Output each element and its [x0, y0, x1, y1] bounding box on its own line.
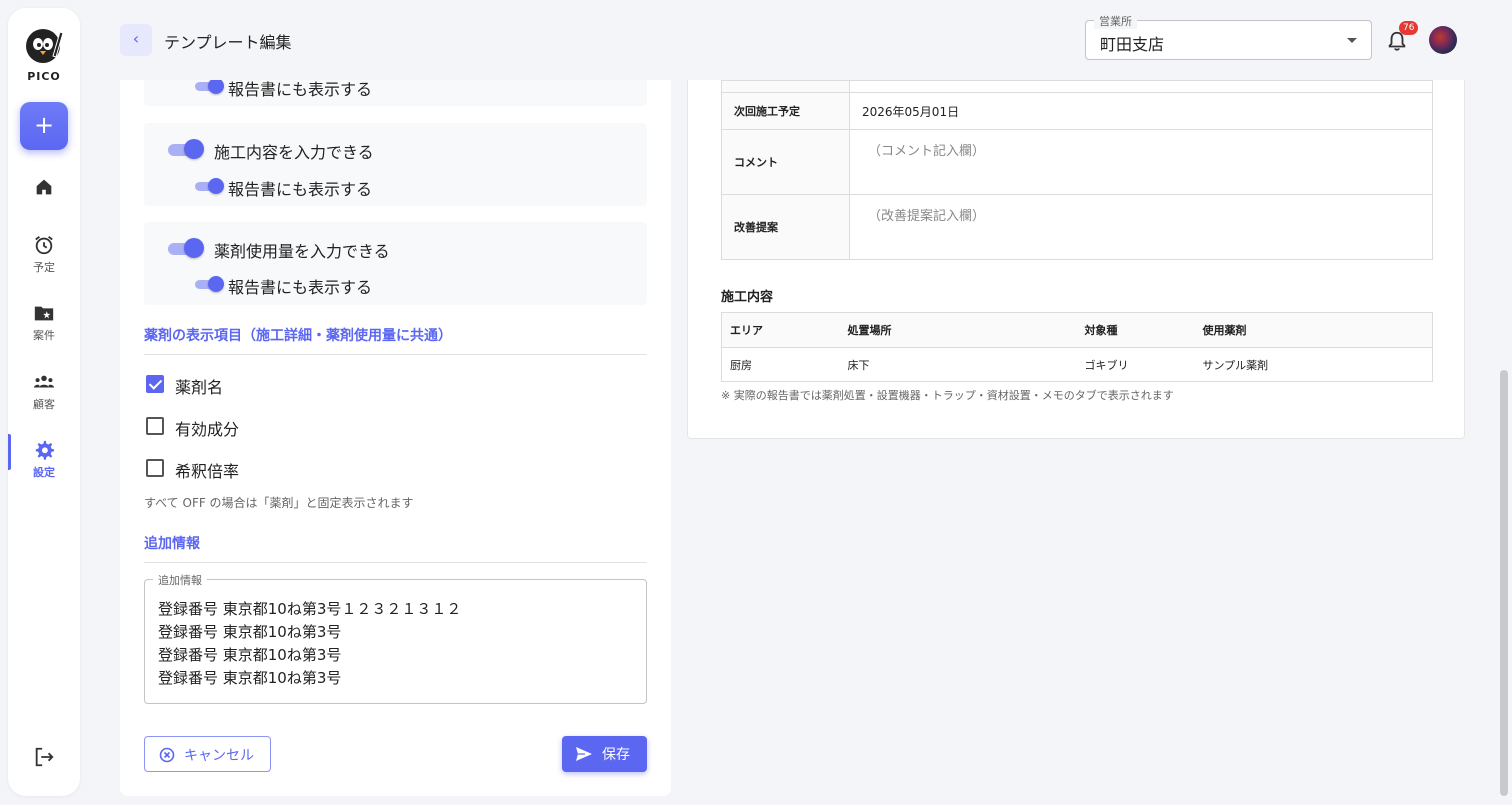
penguin-logo-icon [26, 29, 64, 63]
chevron-left-icon: ‹ [132, 29, 140, 48]
cancel-button[interactable]: キャンセル [144, 736, 271, 772]
report-display-toggle[interactable] [194, 276, 224, 292]
logo[interactable]: PICO [8, 24, 80, 83]
notification-badge: 76 [1399, 21, 1419, 35]
table-row: コメント （コメント記入欄） [721, 129, 1433, 195]
report-display-label: 報告書にも表示する [228, 180, 373, 199]
send-icon [576, 747, 592, 761]
sidebar-item-label: 設定 [33, 466, 55, 479]
back-button[interactable]: ‹ [120, 24, 152, 56]
table-cell-label: コメント [721, 129, 850, 195]
table-cell: サンプル薬剤 [1194, 347, 1433, 382]
table-cell-value: （コメント記入欄） [849, 129, 1433, 195]
page-title: テンプレート編集 [164, 33, 292, 52]
divider [144, 354, 647, 355]
avatar[interactable] [1429, 26, 1457, 54]
table-cell-label: 改善提案 [721, 194, 850, 260]
checkbox-label: 有効成分 [175, 420, 240, 439]
extra-info-label: 追加情報 [153, 572, 207, 588]
table-cell-label: 次回施工予定 [721, 92, 850, 130]
office-select[interactable]: 営業所 町田支店 [1085, 13, 1372, 60]
chemical-hint: すべて OFF の場合は「薬剤」と固定表示されます [144, 496, 414, 510]
office-select-value: 町田支店 [1100, 35, 1165, 54]
table-row: 厨房 床下 ゴキブリ サンプル薬剤 [721, 347, 1433, 382]
alarm-clock-icon [35, 236, 53, 255]
textarea-line: 登録番号 東京都10ね第3号 [158, 669, 342, 687]
sidebar-item-customers[interactable]: 顧客 [8, 371, 80, 412]
work-content-table: エリア 処置場所 対象種 使用薬剤 厨房 床下 ゴキブリ サンプル薬剤 [721, 312, 1433, 382]
sidebar-item-projects[interactable]: 案件 [8, 302, 80, 343]
table-row: 改善提案 （改善提案記入欄） [721, 194, 1433, 260]
work-content-heading: 施工内容 [721, 290, 774, 305]
table-cell-value [849, 80, 1433, 93]
checkbox-label: 薬剤名 [175, 378, 224, 397]
report-display-label: 報告書にも表示する [228, 278, 373, 297]
table-cell-value: 2026年05月01日 [849, 92, 1433, 130]
table-cell: 床下 [839, 347, 1077, 382]
preview-note: ※ 実際の報告書では薬剤処置・設置機器・トラップ・資材設置・メモのタブで表示され… [721, 389, 1174, 402]
table-header: 使用薬剤 [1194, 312, 1433, 348]
table-header-row: エリア 処置場所 対象種 使用薬剤 [721, 312, 1433, 348]
table-header: エリア [721, 312, 840, 348]
active-ingredient-checkbox[interactable] [146, 417, 164, 435]
work-content-toggle[interactable] [166, 139, 204, 159]
cancel-circle-icon [159, 747, 175, 763]
sidebar-item-schedule[interactable]: 予定 [8, 234, 80, 275]
office-select-label: 営業所 [1094, 13, 1137, 29]
table-header: 処置場所 [839, 312, 1077, 348]
people-group-icon [33, 375, 55, 388]
table-cell-label [721, 80, 850, 93]
scrollbar[interactable] [1500, 370, 1508, 796]
logo-text: PICO [27, 70, 61, 83]
home-icon [36, 179, 52, 195]
option-card: 施工内容を入力できる 報告書にも表示する [144, 123, 647, 206]
gear-icon [35, 440, 55, 460]
divider [144, 562, 647, 563]
template-form-panel: 報告書にも表示する 施工内容を入力できる 報告書にも表示する 薬剤使用量を入力で… [120, 80, 671, 796]
textarea-line: 登録番号 東京都10ね第3号 [158, 646, 342, 664]
option-card: 薬剤使用量を入力できる 報告書にも表示する [144, 222, 647, 305]
sidebar: PICO + 予定 案件 顧客 設定 [8, 8, 80, 796]
textarea-line: 登録番号 東京都10ね第3号 [158, 623, 342, 641]
sidebar-item-label: 案件 [33, 329, 55, 342]
sidebar-item-home[interactable] [8, 176, 80, 198]
sidebar-item-settings[interactable]: 設定 [8, 439, 80, 480]
table-header: 対象種 [1076, 312, 1195, 348]
work-content-label: 施工内容を入力できる [214, 143, 374, 162]
caret-down-icon [1347, 38, 1357, 43]
dilution-rate-checkbox[interactable] [146, 459, 164, 477]
chemical-usage-label: 薬剤使用量を入力できる [214, 242, 390, 261]
checkbox-label: 希釈倍率 [175, 462, 240, 481]
chemical-items-heading: 薬剤の表示項目（施工詳細・薬剤使用量に共通） [144, 328, 452, 344]
save-button[interactable]: 保存 [562, 736, 647, 772]
logout-icon[interactable] [33, 746, 55, 768]
table-cell: ゴキブリ [1076, 347, 1195, 382]
table-row: 次回施工予定 2026年05月01日 [721, 92, 1433, 130]
chemical-usage-toggle[interactable] [166, 238, 204, 258]
report-preview-panel: 次回施工予定 2026年05月01日 コメント （コメント記入欄） 改善提案 （… [687, 80, 1465, 439]
chemical-name-checkbox[interactable] [146, 375, 164, 393]
report-display-toggle[interactable] [194, 80, 224, 94]
folder-star-icon [34, 306, 54, 321]
sidebar-item-label: 顧客 [33, 398, 55, 411]
add-button[interactable]: + [20, 102, 68, 150]
sidebar-item-label: 予定 [33, 261, 55, 274]
textarea-line: 登録番号 東京都10ね第3号１２３２１３１２ [158, 600, 462, 618]
report-info-table: 次回施工予定 2026年05月01日 コメント （コメント記入欄） 改善提案 （… [721, 80, 1433, 260]
table-row [721, 80, 1433, 93]
save-button-label: 保存 [602, 747, 630, 763]
table-cell-value: （改善提案記入欄） [849, 194, 1433, 260]
cancel-button-label: キャンセル [184, 748, 254, 764]
report-display-toggle[interactable] [194, 178, 224, 194]
active-indicator [8, 434, 11, 470]
extra-info-textarea[interactable]: 追加情報 登録番号 東京都10ね第3号１２３２１３１２ 登録番号 東京都10ね第… [144, 572, 647, 704]
option-card: 報告書にも表示する [144, 80, 647, 106]
extra-info-heading: 追加情報 [144, 536, 200, 552]
report-display-label: 報告書にも表示する [228, 80, 373, 99]
table-cell: 厨房 [721, 347, 840, 382]
